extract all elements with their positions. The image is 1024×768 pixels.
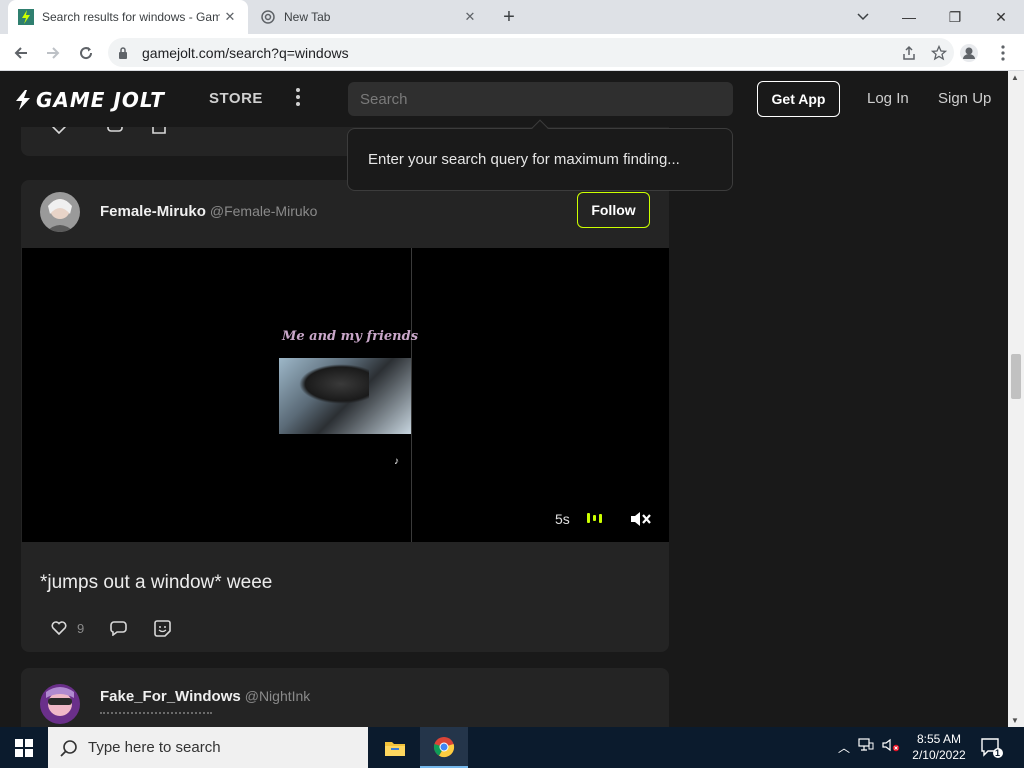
profile-avatar-icon[interactable] [956,40,982,66]
author-name[interactable]: Female-Miruko [100,203,206,220]
minimize-button[interactable]: — [886,0,932,34]
page-scrollbar[interactable]: ▲ ▼ [1008,71,1024,727]
video-caption-text: Me and my friends [282,329,419,344]
bookmark-star-icon[interactable] [924,44,954,61]
lock-icon [118,46,132,59]
volume-muted-icon[interactable] [882,738,900,757]
author-handle[interactable]: @NightInk [245,688,311,704]
scrollbar-thumb[interactable] [1011,354,1021,399]
sticker-icon[interactable] [152,618,172,638]
page-viewport: Female-Miruko @Female-Miruko Follow Me an… [0,71,1008,727]
site-search-input[interactable] [348,82,733,116]
gamejolt-logo[interactable]: GAME JOLT [14,88,165,112]
notification-count: 1 [995,748,1001,758]
more-options-icon[interactable] [290,85,306,109]
comment-icon[interactable] [108,618,128,638]
notification-center-icon[interactable]: 1 [980,737,1004,759]
user-avatar[interactable] [40,192,80,232]
tiktok-icon: ♪ [394,456,399,467]
user-avatar[interactable] [40,684,80,724]
tab-title: New Tab [284,10,331,24]
store-link[interactable]: STORE [209,90,263,107]
video-divider [411,248,412,542]
post-author[interactable]: Fake_For_Windows @NightInk [100,688,310,705]
follow-button[interactable]: Follow [577,192,650,228]
logo-text: GAME JOLT [36,88,165,112]
get-app-button[interactable]: Get App [757,81,840,117]
clock-date: 2/10/2022 [912,748,966,762]
browser-tabstrip: Search results for windows - Gam ✕ New T… [0,0,1024,34]
tab-search-chevron-icon[interactable] [852,6,874,28]
search-icon [60,739,78,757]
like-count: 9 [77,620,85,636]
forward-arrow-icon[interactable] [40,40,66,66]
windows-start-icon[interactable] [0,727,48,768]
close-tab-icon[interactable]: ✕ [460,7,480,27]
share-icon[interactable] [894,45,924,61]
close-tab-icon[interactable]: ✕ [220,7,240,27]
scroll-up-arrow-icon[interactable]: ▲ [1011,73,1019,82]
close-window-button[interactable]: ✕ [978,0,1024,34]
gamejolt-favicon [18,9,34,25]
windows-taskbar: Type here to search ︿ 8:55 AM 2/10/2022 … [0,727,1024,768]
browser-toolbar: gamejolt.com/search?q=windows [0,34,1024,71]
truncated-text [100,712,212,718]
reload-icon[interactable] [73,40,99,66]
show-hidden-icons-chevron-icon[interactable]: ︿ [838,739,850,756]
video-time: 5s [555,511,570,527]
author-handle[interactable]: @Female-Miruko [210,203,318,219]
url-text: gamejolt.com/search?q=windows [142,44,349,61]
file-explorer-icon[interactable] [371,727,419,768]
author-name[interactable]: Fake_For_Windows [100,688,241,705]
browser-menu-icon[interactable] [990,40,1016,66]
address-bar[interactable]: gamejolt.com/search?q=windows [108,38,954,67]
taskbar-clock[interactable]: 8:55 AM 2/10/2022 [910,731,968,763]
video-playing-indicator-icon[interactable] [587,513,602,523]
post-card-next: Fake_For_Windows @NightInk [21,668,669,727]
post-card: Female-Miruko @Female-Miruko Follow Me an… [21,180,669,652]
tab-new-tab[interactable]: New Tab ✕ [250,0,488,34]
clock-time: 8:55 AM [916,732,962,746]
tab-search-results[interactable]: Search results for windows - Gam ✕ [8,0,248,34]
system-tray: ︿ [838,727,900,768]
restore-button[interactable]: ❐ [932,0,978,34]
taskbar-search-placeholder: Type here to search [88,739,221,756]
post-actions: 9 [49,618,172,638]
chrome-icon [260,9,276,25]
new-tab-button[interactable]: + [498,6,520,28]
lightning-bolt-icon [16,90,30,110]
back-arrow-icon[interactable] [8,40,34,66]
tab-title: Search results for windows - Gam [42,10,220,24]
search-tooltip: Enter your search query for maximum find… [347,128,733,191]
chrome-taskbar-icon[interactable] [420,727,468,768]
like-heart-icon[interactable] [49,618,69,638]
mute-icon[interactable] [629,509,653,529]
video-thumbnail [279,358,411,434]
post-text: *jumps out a window* weee [40,572,273,593]
network-icon[interactable] [858,738,874,757]
post-video[interactable]: Me and my friends ♪ 5s [22,248,669,542]
scroll-down-arrow-icon[interactable]: ▼ [1011,716,1019,725]
login-link[interactable]: Log In [867,90,909,107]
gamejolt-header: GAME JOLT STORE Get App Log In Sign Up [0,71,1008,127]
taskbar-search-box[interactable]: Type here to search [48,727,368,768]
post-author[interactable]: Female-Miruko @Female-Miruko [100,203,317,220]
signup-link[interactable]: Sign Up [938,90,991,107]
